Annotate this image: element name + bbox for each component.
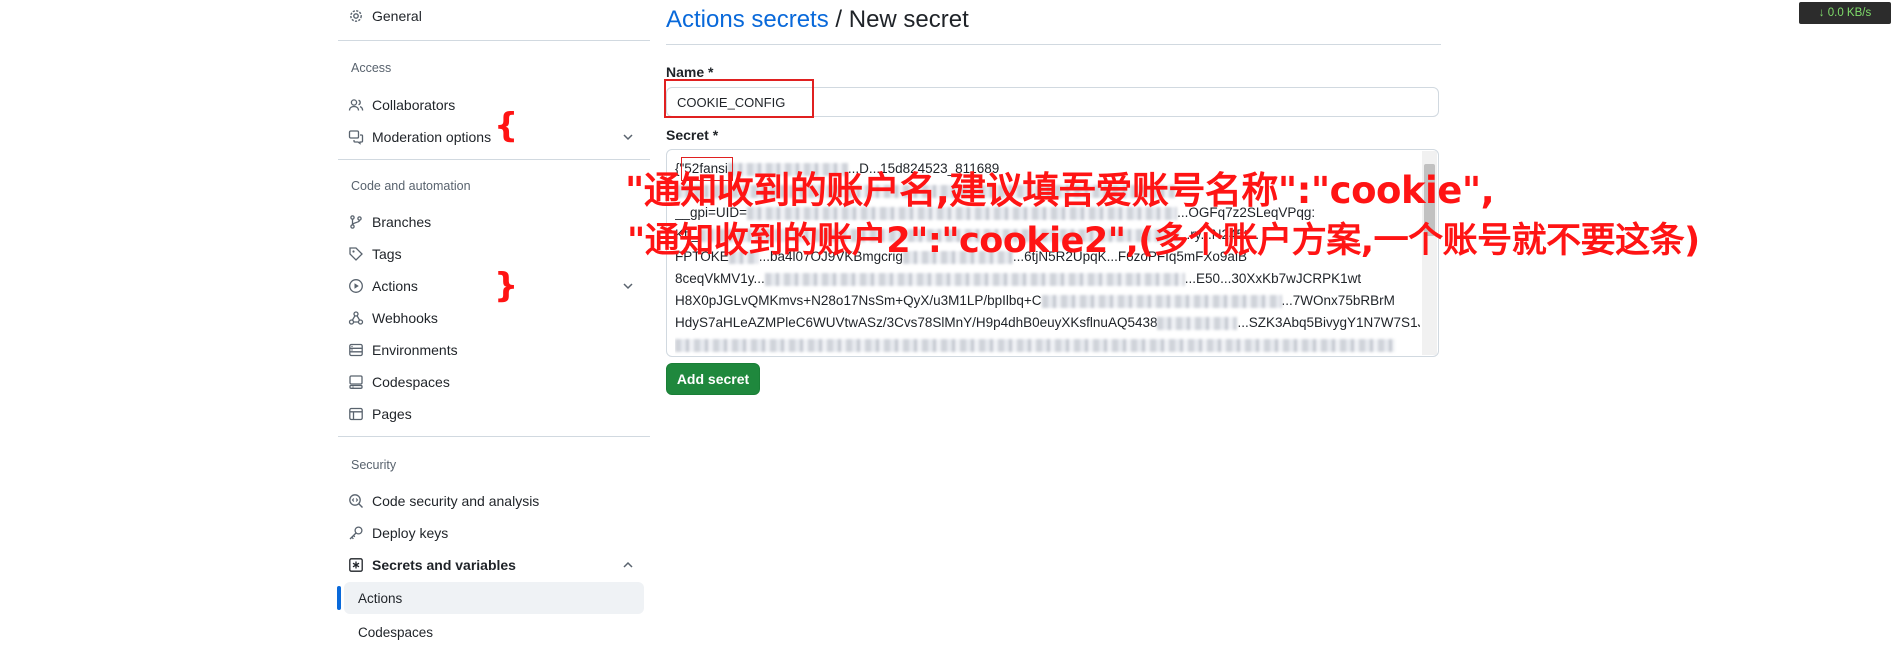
chevron-up-icon[interactable] (620, 557, 636, 573)
sidebar-item-branches[interactable]: Branches (348, 206, 648, 238)
secret-line: 8ceqVkMV1y... ...E50...30XxKb7wJCRPK1wt (675, 268, 1420, 290)
redacted-block (1041, 294, 1282, 308)
sidebar-subitem-label: Codespaces (358, 624, 434, 640)
tag-icon (348, 246, 364, 262)
secret-line-text: HdyS7aHLeAZMPleC6WUVtwASz/3Cvs78SlMnY/H9… (675, 315, 1158, 330)
sidebar-item-secrets-variables[interactable]: Secrets and variables (348, 549, 648, 581)
key-icon (348, 525, 364, 541)
sidebar-heading-code-automation: Code and automation (351, 179, 471, 193)
sidebar-divider (338, 40, 650, 41)
sidebar-item-webhooks[interactable]: Webhooks (348, 302, 648, 334)
highlight-box-name (664, 79, 814, 118)
title-divider (666, 44, 1441, 45)
secret-line: HdyS7aHLeAZMPleC6WUVtwASz/3Cvs78SlMnY/H9… (675, 312, 1420, 334)
sidebar-item-label: Tags (372, 246, 402, 262)
codespaces-icon (348, 374, 364, 390)
secret-label: Secret * (666, 127, 719, 143)
sidebar-item-environments[interactable]: Environments (348, 334, 648, 366)
redacted-block (1157, 316, 1238, 330)
sidebar-subitem-actions[interactable]: Actions (344, 582, 644, 614)
sidebar-item-label: Actions (372, 278, 418, 294)
codescan-icon (348, 493, 364, 509)
sidebar-item-label: Moderation options (372, 129, 492, 145)
sidebar-item-deploy-keys[interactable]: Deploy keys (348, 517, 648, 549)
chevron-down-icon[interactable] (620, 129, 636, 145)
secret-line-text: H8X0pJGLvQMKmvs+N28o17NsSm+QyX/u3M1LP/bp… (675, 293, 1042, 308)
sidebar-item-codespaces[interactable]: Codespaces (348, 366, 648, 398)
network-speed-widget: ↓ 0.0 KB/s (1799, 2, 1891, 24)
asterisk-icon (348, 557, 364, 573)
active-indicator (337, 586, 341, 610)
breadcrumb-current: / New secret (828, 6, 969, 33)
sidebar-item-label: Code security and analysis (372, 493, 540, 509)
sidebar-item-label: Pages (372, 406, 412, 422)
add-secret-button[interactable]: Add secret (666, 363, 760, 395)
sidebar-item-label: Codespaces (372, 374, 450, 390)
secret-line-text: ...7WOnx75bRBrM (1281, 293, 1395, 308)
redacted-block (675, 338, 1395, 352)
sidebar-item-pages[interactable]: Pages (348, 398, 648, 430)
sidebar-divider (338, 159, 650, 160)
sidebar-item-label: Secrets and variables (372, 557, 516, 573)
sidebar-divider (338, 436, 650, 437)
sidebar-subitem-codespaces[interactable]: Codespaces (344, 616, 644, 648)
chevron-down-icon[interactable] (620, 278, 636, 294)
people-icon (348, 97, 364, 113)
annotation-line-2: "通知收到的账户2":"cookie2",(多个账户方案,一个账号就不要这条) (627, 221, 1700, 261)
secret-line-text: ...E50...30XxKb7wJCRPK1wt (1184, 271, 1362, 286)
annotation-brace-open: { (494, 106, 519, 146)
sidebar-heading-security: Security (351, 458, 397, 472)
server-icon (348, 342, 364, 358)
sidebar-item-code-security[interactable]: Code security and analysis (348, 485, 648, 517)
browser-icon (348, 406, 364, 422)
page-title: Actions secrets / New secret (666, 6, 969, 34)
sidebar-item-label: Collaborators (372, 97, 456, 113)
sidebar-item-general[interactable]: General (348, 0, 648, 32)
gear-icon (348, 8, 364, 24)
annotation-line-1: "通知收到的账户名,建议填吾爱账号名称":"cookie", (625, 169, 1495, 212)
comment-discussion-icon (348, 129, 364, 145)
breadcrumb-actions-secrets[interactable]: Actions secrets (666, 6, 829, 33)
secret-line (675, 334, 1420, 356)
name-label: Name * (666, 64, 714, 80)
redacted-block (764, 272, 1185, 286)
sidebar-item-label: General (372, 8, 422, 24)
secret-line: H8X0pJGLvQMKmvs+N28o17NsSm+QyX/u3M1LP/bp… (675, 290, 1420, 312)
git-branch-icon (348, 214, 364, 230)
sidebar-heading-access: Access (351, 61, 392, 75)
sidebar-item-label: Environments (372, 342, 458, 358)
sidebar-item-label: Branches (372, 214, 432, 230)
sidebar-item-label: Webhooks (372, 310, 438, 326)
play-icon (348, 278, 364, 294)
sidebar-subitem-label: Actions (358, 590, 403, 606)
webhook-icon (348, 310, 364, 326)
secret-line-text: ...SZK3Abq5BivygY1N7W7S1JU (1237, 315, 1420, 330)
sidebar-item-label: Deploy keys (372, 525, 449, 541)
annotation-brace-close: } (494, 266, 519, 306)
secret-line-text: 8ceqVkMV1y... (675, 271, 765, 286)
